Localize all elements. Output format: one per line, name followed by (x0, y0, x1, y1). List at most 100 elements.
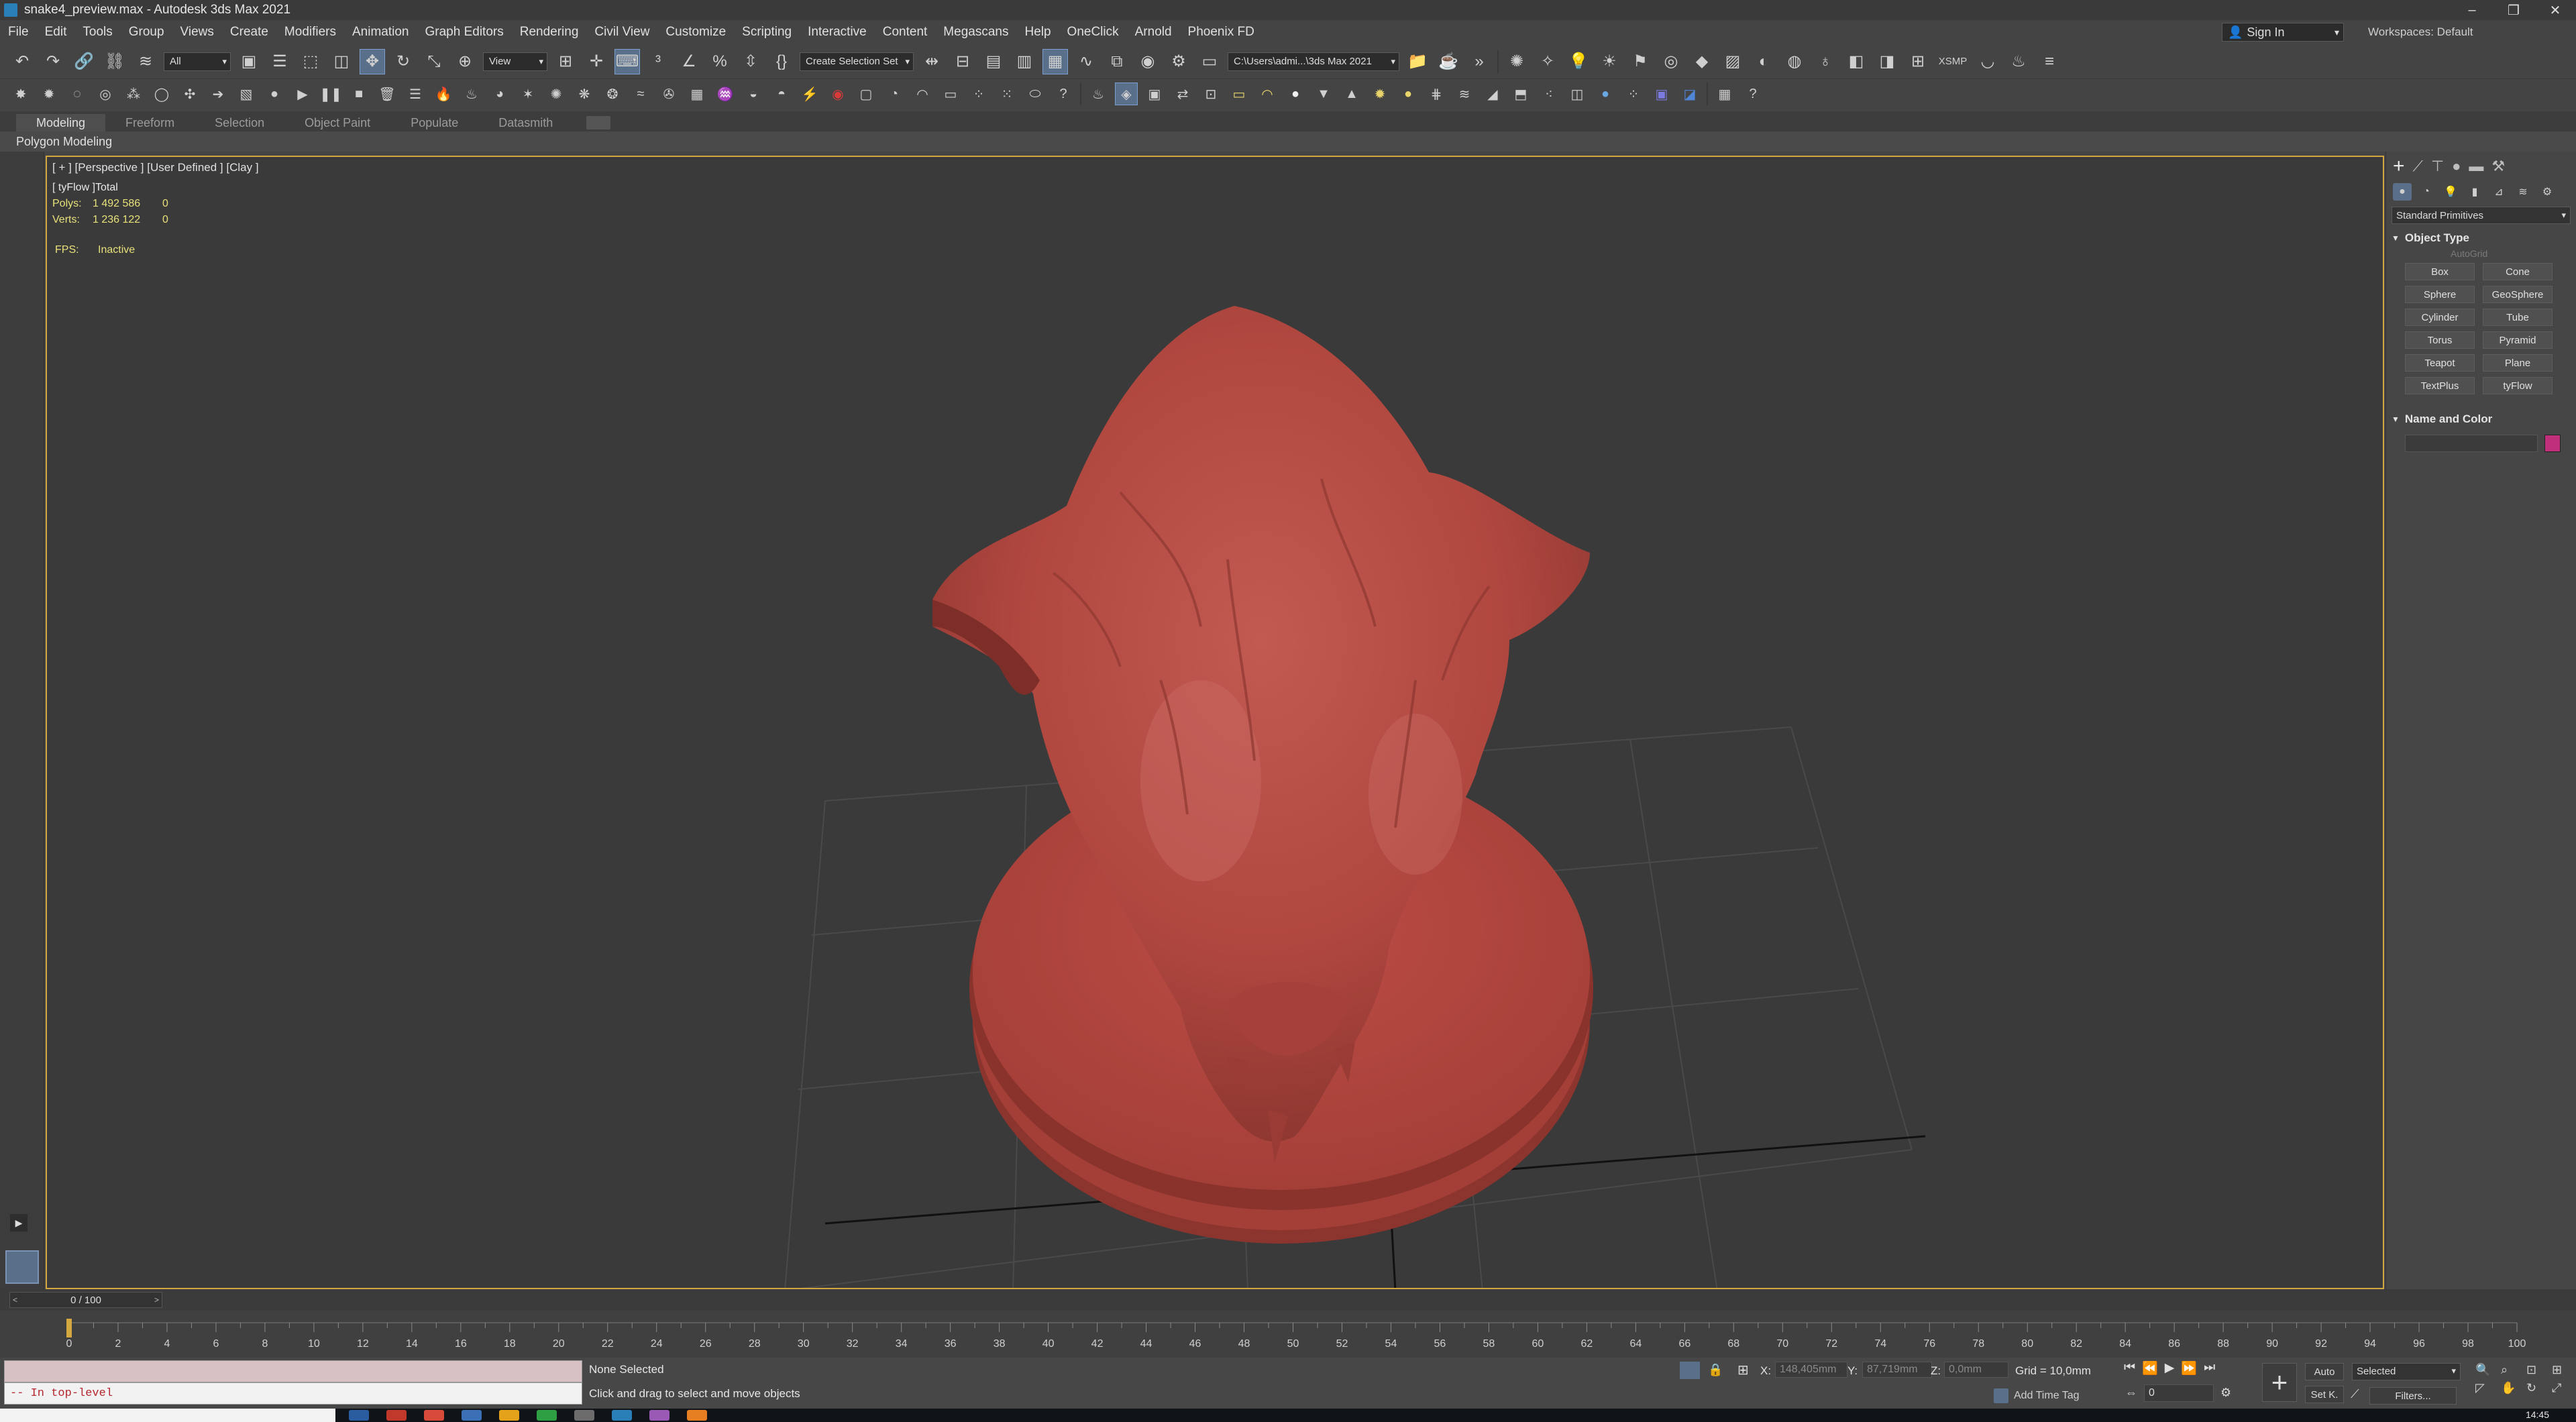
systems-icon[interactable]: ⚙ (2538, 183, 2557, 201)
project-folder-icon[interactable]: 📁 (1405, 49, 1430, 74)
space-warps-icon[interactable]: ≋ (2514, 183, 2532, 201)
toggle-scene-explorer-icon[interactable]: ▤ (981, 49, 1006, 74)
rendered-frame-window-icon[interactable]: ▭ (1197, 49, 1222, 74)
tab-datasmith[interactable]: Datasmith (478, 114, 573, 131)
tab-modeling[interactable]: Modeling (16, 114, 106, 131)
menu-rendering[interactable]: Rendering (512, 25, 587, 40)
tank-icon[interactable]: ▭ (939, 83, 962, 105)
sign-in-dropdown[interactable]: 👤 Sign In ▾ (2222, 23, 2344, 42)
next-frame-icon[interactable]: ⏩ (2181, 1360, 2197, 1376)
play-icon[interactable]: ▶ (291, 83, 314, 105)
app-icon[interactable] (574, 1410, 594, 1421)
field-of-view-icon[interactable]: ◸ (2475, 1381, 2498, 1395)
ribbon-options-button[interactable] (586, 116, 611, 129)
restore-button[interactable]: ❐ (2493, 0, 2534, 20)
app-icon[interactable] (386, 1410, 407, 1421)
render-icon[interactable]: ◎ (1658, 49, 1684, 74)
geometry-icon[interactable]: ● (2393, 183, 2412, 201)
minimize-button[interactable]: – (2451, 0, 2493, 20)
x-coordinate-field[interactable]: 148,405mm (1775, 1362, 1847, 1378)
edit-named-selection-icon[interactable]: {} (769, 49, 794, 74)
named-selection-dropdown[interactable]: Create Selection Set (800, 52, 914, 71)
volume-icon[interactable]: ◫ (1566, 83, 1589, 105)
project-path-dropdown[interactable]: C:\Users\admi...\3ds Max 2021 (1228, 52, 1399, 71)
menu-create[interactable]: Create (222, 25, 276, 40)
ember-icon[interactable]: ✶ (517, 83, 539, 105)
redo-icon[interactable]: ↷ (40, 49, 66, 74)
ies-icon[interactable]: ● (1397, 83, 1419, 105)
pivot-point-icon[interactable]: ⊞ (553, 49, 578, 74)
sphere-alt-icon[interactable]: ◒ (742, 83, 765, 105)
tab-object-paint[interactable]: Object Paint (284, 114, 390, 131)
snaps-toggle-icon[interactable]: ³ (645, 49, 671, 74)
info-icon[interactable]: ? (1741, 83, 1764, 105)
sim-icon[interactable]: ◯ (150, 83, 173, 105)
cube-icon[interactable]: ▢ (855, 83, 877, 105)
tab-populate[interactable]: Populate (390, 114, 478, 131)
menu-interactive[interactable]: Interactive (800, 25, 875, 40)
next-frame-icon[interactable]: > (154, 1295, 159, 1305)
maxscript-output[interactable]: -- In top-level (4, 1382, 582, 1405)
xsmp-label[interactable]: XSMP (1936, 49, 1970, 74)
select-and-move-icon[interactable]: ✥ (360, 48, 385, 74)
menu-arnold[interactable]: Arnold (1127, 25, 1180, 40)
scene-converter-icon[interactable]: ⇄ (1171, 83, 1194, 105)
teapot-icon[interactable]: ♨ (2006, 49, 2031, 74)
shader-icon[interactable]: ◐ (1751, 49, 1776, 74)
spot-light-icon[interactable]: ▼ (1312, 83, 1335, 105)
workspaces-selector[interactable]: Workspaces: Default (2368, 25, 2473, 39)
select-object-icon[interactable]: ▣ (236, 49, 262, 74)
key-selection-dropdown[interactable]: Selected (2352, 1363, 2461, 1380)
layers-icon[interactable]: ≡ (2037, 49, 2062, 74)
key-mode-icon[interactable]: ⇔ (2125, 1386, 2137, 1400)
tyflow-button[interactable]: tyFlow (2483, 377, 2553, 394)
torus-button[interactable]: Torus (2405, 331, 2475, 349)
modify-tab-icon[interactable]: ⟋ (2413, 158, 2423, 175)
select-by-name-icon[interactable]: ☰ (267, 49, 292, 74)
primitive-category-dropdown[interactable]: Standard Primitives (2392, 207, 2571, 224)
menu-civil-view[interactable]: Civil View (586, 25, 657, 40)
pyramid-button[interactable]: Pyramid (2483, 331, 2553, 349)
plane-light-icon[interactable]: ▭ (1228, 83, 1250, 105)
reference-coordinate-dropdown[interactable]: View (483, 52, 547, 71)
rectangular-selection-icon[interactable]: ⬚ (298, 49, 323, 74)
frame-buffer-icon[interactable]: ◨ (1874, 49, 1900, 74)
splash-icon[interactable]: ✺ (545, 83, 568, 105)
selection-lock-icon[interactable]: 🔒 (1708, 1363, 1723, 1377)
grid-icon[interactable]: ⋕ (1425, 83, 1448, 105)
key-filter-icon[interactable]: ⟋ (2351, 1387, 2359, 1401)
sun-light-icon[interactable]: ✹ (1368, 83, 1391, 105)
maximize-viewport-icon[interactable]: ⤢ (2552, 1381, 2575, 1395)
disc-icon[interactable]: ⬭ (1024, 83, 1046, 105)
ocean-icon[interactable]: ♒ (714, 83, 737, 105)
create-tab-icon[interactable]: + (2393, 155, 2405, 178)
zoom-extents-all-icon[interactable]: ⊞ (2552, 1363, 2575, 1377)
render-iterative-icon[interactable]: ☕ (1436, 49, 1461, 74)
menu-megascans[interactable]: Megascans (935, 25, 1016, 40)
select-and-rotate-icon[interactable]: ↻ (390, 49, 416, 74)
loop-icon[interactable]: ◡ (1975, 49, 2000, 74)
utilities-tab-icon[interactable]: ⚒ (2491, 158, 2505, 175)
add-time-tag-button[interactable]: Add Time Tag (1994, 1388, 2080, 1403)
vortex-icon[interactable]: ✇ (657, 83, 680, 105)
menu-help[interactable]: Help (1016, 25, 1059, 40)
selection-filter-dropdown[interactable]: All (164, 52, 231, 71)
menu-phoenix-fd[interactable]: Phoenix FD (1180, 25, 1263, 40)
select-and-place-icon[interactable]: ⊕ (452, 49, 478, 74)
textplus-button[interactable]: TextPlus (2405, 377, 2475, 394)
geosphere-button[interactable]: GeoSphere (2483, 286, 2553, 303)
current-frame-field[interactable]: 0 (2144, 1384, 2214, 1402)
mesh-icon[interactable]: ▦ (686, 83, 708, 105)
sphere-button[interactable]: Sphere (2405, 286, 2475, 303)
particles-icon[interactable]: ⁂ (122, 83, 145, 105)
select-and-scale-icon[interactable]: ⤡ (421, 49, 447, 74)
toggle-ribbon-icon[interactable]: ▦ (1042, 48, 1068, 74)
transform-icon[interactable]: ✣ (178, 83, 201, 105)
red-circle-icon[interactable]: ◉ (826, 83, 849, 105)
zoom-all-icon[interactable]: ⌕ (2501, 1363, 2524, 1377)
grid-helper-icon[interactable]: ⊞ (1905, 49, 1931, 74)
app-icon[interactable] (612, 1410, 632, 1421)
expand-arrow-icon[interactable]: ▶ (10, 1214, 28, 1232)
maxscript-input[interactable] (4, 1360, 582, 1382)
render-setup-icon[interactable]: ⚙ (1166, 49, 1191, 74)
